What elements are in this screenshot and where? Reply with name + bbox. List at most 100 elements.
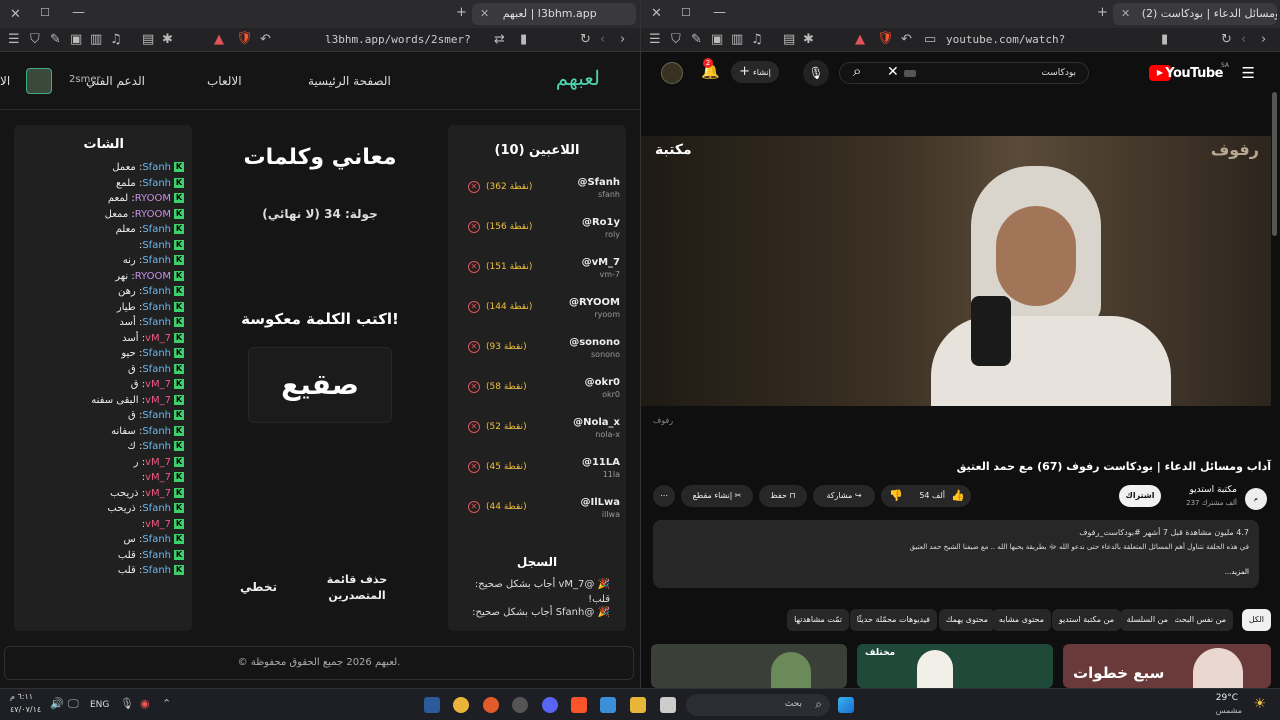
create-button[interactable]: + إنشاء bbox=[731, 61, 779, 83]
chat-username[interactable]: Sfanh bbox=[142, 224, 171, 235]
remove-player-icon[interactable]: ✕ bbox=[468, 461, 480, 473]
chip-2[interactable]: من السلسلة bbox=[1119, 609, 1175, 631]
bookmark-icon[interactable]: ▮ bbox=[1161, 33, 1168, 46]
video-player[interactable]: مكتبة رفوف bbox=[641, 136, 1271, 406]
avatar[interactable] bbox=[26, 68, 52, 94]
close-window-icon[interactable]: ✕ bbox=[10, 8, 21, 21]
sidebar-icon[interactable]: ▥ bbox=[731, 33, 743, 46]
chip-5[interactable]: محتوى يهمك bbox=[938, 609, 995, 631]
translate-icon[interactable]: ⇄ bbox=[494, 33, 505, 46]
description-box[interactable]: 4.7 مليون مشاهدة قبل 7 أشهر #بودكاست_رفو… bbox=[653, 520, 1259, 588]
site-info-icon[interactable]: ▭ bbox=[924, 33, 936, 46]
channel-avatar[interactable]: م bbox=[1245, 488, 1267, 510]
chip-1[interactable]: من نفس البحث bbox=[1166, 609, 1233, 631]
chat-username[interactable]: vM_7 bbox=[145, 395, 171, 406]
tab-close-icon[interactable]: ✕ bbox=[1121, 7, 1130, 20]
chat-username[interactable]: Sfanh bbox=[142, 162, 171, 173]
reload-icon[interactable]: ↻ bbox=[1221, 33, 1232, 46]
more-actions-button[interactable]: ⋯ bbox=[653, 485, 675, 507]
tab-l3bhm[interactable]: ✕ لعبهم | l3bhm.app bbox=[472, 3, 636, 25]
back-icon[interactable]: ‹ bbox=[600, 33, 605, 46]
brave-shield-icon[interactable]: 🛡 bbox=[236, 32, 253, 45]
brave-icon[interactable] bbox=[571, 697, 587, 713]
back-history-icon[interactable]: ↶ bbox=[901, 33, 912, 46]
volume-icon[interactable]: 🔊 bbox=[50, 698, 64, 709]
chat-username[interactable]: vM_7 bbox=[145, 379, 171, 390]
subscribe-button[interactable]: اشتراك bbox=[1119, 485, 1161, 507]
network-icon[interactable]: 🖵 bbox=[68, 698, 79, 709]
chat-username[interactable]: RYOOM bbox=[135, 271, 171, 282]
firefox-icon[interactable] bbox=[483, 697, 499, 713]
chat-username[interactable]: Sfanh bbox=[142, 410, 171, 421]
mic-icon[interactable]: 🎙 bbox=[803, 60, 829, 86]
url-field[interactable]: youtube.com/watch?v=F9IiYZoWBr0&t=1... bbox=[946, 31, 1161, 49]
chat-username[interactable]: Sfanh bbox=[142, 255, 171, 266]
menu-icon[interactable]: ☰ bbox=[8, 33, 20, 46]
chat-username[interactable]: RYOOM bbox=[135, 193, 171, 204]
like-icon[interactable]: 👍 bbox=[951, 485, 965, 507]
chat-username[interactable]: Sfanh bbox=[142, 364, 171, 375]
task-view-icon[interactable] bbox=[660, 697, 676, 713]
remove-player-icon[interactable]: ✕ bbox=[468, 501, 480, 513]
shield-icon[interactable]: ⛉ bbox=[671, 33, 681, 46]
screenshot-icon[interactable]: ▣ bbox=[711, 33, 723, 46]
remove-player-icon[interactable]: ✕ bbox=[468, 421, 480, 433]
new-tab-icon[interactable]: + bbox=[1097, 6, 1108, 19]
search-icon[interactable]: ⌕ bbox=[853, 64, 861, 79]
maximize-icon[interactable]: ☐ bbox=[681, 7, 691, 18]
bookmark-icon[interactable]: ▮ bbox=[520, 33, 527, 46]
taskbar-search[interactable]: بحث ⌕ bbox=[686, 694, 830, 716]
remove-player-icon[interactable]: ✕ bbox=[468, 221, 480, 233]
show-hidden-icons[interactable]: ⌃ bbox=[162, 698, 171, 709]
maximize-icon[interactable]: ☐ bbox=[40, 7, 50, 18]
site-logo[interactable]: لعبهم bbox=[556, 66, 600, 90]
chat-username[interactable]: RYOOM bbox=[135, 209, 171, 220]
save-button[interactable]: حفظ ⊓ bbox=[759, 485, 807, 507]
chat-username[interactable]: Sfanh bbox=[142, 565, 171, 576]
chip-3[interactable]: من مكتبة استديو bbox=[1051, 609, 1121, 631]
back-history-icon[interactable]: ↶ bbox=[260, 33, 271, 46]
mic-tray-icon[interactable]: 🎙 bbox=[120, 698, 134, 709]
discord-icon[interactable] bbox=[542, 697, 558, 713]
show-more-link[interactable]: ...المزيد bbox=[1225, 568, 1249, 576]
music-icon[interactable]: ♫ bbox=[110, 33, 122, 46]
clock-date[interactable]: ٤٧/٠٧/١٤ bbox=[10, 705, 41, 714]
hamburger-icon[interactable]: ☰ bbox=[1242, 66, 1255, 81]
nav-extra[interactable]: الا bbox=[0, 74, 10, 88]
new-tab-icon[interactable]: + bbox=[456, 6, 467, 19]
remove-player-icon[interactable]: ✕ bbox=[468, 381, 480, 393]
chat-username[interactable]: Sfanh bbox=[142, 302, 171, 313]
chat-username[interactable]: Sfanh bbox=[142, 286, 171, 297]
chat-username[interactable]: Sfanh bbox=[142, 240, 171, 251]
chat-username[interactable]: vM_7 bbox=[145, 472, 171, 483]
minimize-icon[interactable]: — bbox=[713, 6, 726, 19]
chat-username[interactable]: Sfanh bbox=[142, 178, 171, 189]
thumbnail-1[interactable] bbox=[651, 644, 847, 688]
clock-time[interactable]: ٦:١١ م bbox=[10, 692, 33, 701]
tab-close-icon[interactable]: ✕ bbox=[480, 7, 489, 20]
shield-icon[interactable]: ⛉ bbox=[30, 33, 40, 46]
thumbnail-2[interactable]: مختلف bbox=[857, 644, 1053, 688]
sidebar-icon[interactable]: ▥ bbox=[90, 33, 102, 46]
tab-youtube[interactable]: ✕ (2) آداب ومسائل الدعاء | بودكاست... bbox=[1113, 3, 1277, 25]
vpn-icon[interactable]: ▲ bbox=[855, 33, 865, 46]
search-input[interactable]: بودكاست bbox=[839, 62, 1089, 84]
puzzle-icon[interactable]: ✱ bbox=[803, 33, 814, 46]
extension-icon[interactable]: ✎ bbox=[691, 33, 702, 46]
chat-username[interactable]: vM_7 bbox=[145, 488, 171, 499]
chat-username[interactable]: Sfanh bbox=[142, 426, 171, 437]
share-button[interactable]: مشاركة ↪ bbox=[813, 485, 875, 507]
chat-username[interactable]: vM_7 bbox=[145, 519, 171, 530]
back-icon[interactable]: ‹ bbox=[1241, 33, 1246, 46]
music-icon[interactable]: ♫ bbox=[751, 33, 763, 46]
remove-player-icon[interactable]: ✕ bbox=[468, 341, 480, 353]
puzzle-icon[interactable]: ✱ bbox=[162, 33, 173, 46]
url-field[interactable]: l3bhm.app/words/2smer?platform=kick bbox=[325, 31, 485, 49]
chat-username[interactable]: Sfanh bbox=[142, 503, 171, 514]
keyboard-icon[interactable] bbox=[904, 70, 916, 77]
steam-icon[interactable] bbox=[424, 697, 440, 713]
file-explorer-icon[interactable] bbox=[630, 697, 646, 713]
chat-username[interactable]: vM_7 bbox=[145, 457, 171, 468]
remove-player-icon[interactable]: ✕ bbox=[468, 181, 480, 193]
chat-username[interactable]: Sfanh bbox=[142, 348, 171, 359]
